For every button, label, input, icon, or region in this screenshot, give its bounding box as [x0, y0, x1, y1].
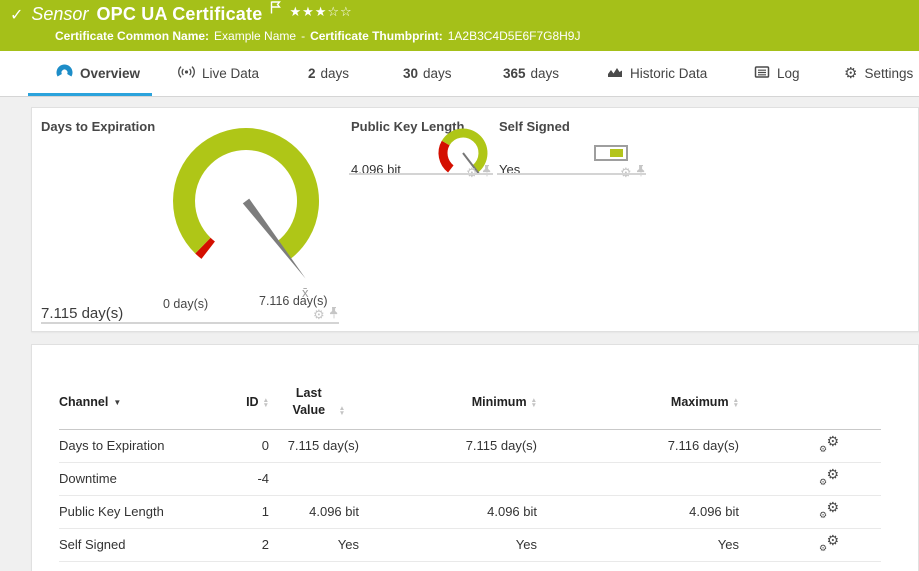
gauges-panel: Days to Expiration x̄ 0 day(s) 7.116 day… — [31, 107, 919, 332]
toggle-knob — [610, 149, 623, 157]
channel-minimum — [359, 462, 537, 495]
channel-id: 2 — [229, 528, 269, 561]
channel-name: Days to Expiration — [59, 429, 229, 462]
priority-flag-icon[interactable] — [270, 1, 281, 19]
channel-table: Channel ID Last Value Minimum Maximum — [59, 381, 881, 562]
channel-settings-gears-icon[interactable]: ⚙⚙ — [819, 502, 839, 519]
tab-365-days[interactable]: 365 days — [503, 51, 559, 96]
channel-maximum — [537, 462, 739, 495]
channel-id: 0 — [229, 429, 269, 462]
tab-2-days[interactable]: 2 days — [308, 51, 349, 96]
subtitle-value-common-name: Example Name — [214, 29, 296, 43]
tab-overview[interactable]: Overview — [56, 51, 140, 96]
gauge-scale-min: 0 day(s) — [163, 297, 208, 311]
channel-last-value — [269, 462, 359, 495]
sort-icon — [263, 398, 269, 408]
column-header-last-value[interactable]: Last Value — [269, 381, 359, 429]
column-header-minimum[interactable]: Minimum — [359, 381, 537, 429]
channel-table-panel: Channel ID Last Value Minimum Maximum — [31, 344, 919, 571]
tab-settings[interactable]: Settings — [844, 51, 913, 96]
column-header-maximum[interactable]: Maximum — [537, 381, 739, 429]
page-title: OPC UA Certificate — [96, 4, 262, 25]
channel-maximum: 7.116 day(s) — [537, 429, 739, 462]
channel-id: -4 — [229, 462, 269, 495]
channel-name: Downtime — [59, 462, 229, 495]
channel-minimum: Yes — [359, 528, 537, 561]
channel-settings-gears-icon[interactable]: ⚙⚙ — [819, 469, 839, 486]
channel-id: 1 — [229, 495, 269, 528]
tab-live-data[interactable]: Live Data — [178, 51, 259, 96]
channel-last-value: Yes — [269, 528, 359, 561]
channel-name: Public Key Length — [59, 495, 229, 528]
tab-30-days[interactable]: 30 days — [403, 51, 452, 96]
tab-bar: Overview Live Data 2 days 30 days 365 da… — [0, 51, 919, 97]
sort-icon — [733, 398, 739, 408]
subtitle-label-common-name: Certificate Common Name: — [55, 29, 209, 43]
days-to-expiration-value: 7.115 day(s) — [41, 305, 123, 322]
channel-maximum: Yes — [537, 528, 739, 561]
status-check-icon — [10, 5, 23, 25]
log-list-icon — [754, 65, 770, 82]
channel-minimum: 7.115 day(s) — [359, 429, 537, 462]
column-header-options — [739, 381, 881, 429]
sort-icon — [531, 398, 537, 408]
channel-minimum: 4.096 bit — [359, 495, 537, 528]
days-to-expiration-gauge: x̄ — [136, 123, 356, 308]
sensor-header: Sensor OPC UA Certificate ★★★☆☆ Certific… — [0, 0, 919, 51]
subtitle-label-thumbprint: Certificate Thumbprint: — [310, 29, 443, 43]
gear-icon — [844, 66, 857, 81]
self-signed-toggle-indicator — [594, 145, 628, 161]
gauge-icon — [56, 64, 73, 83]
channel-name: Self Signed — [59, 528, 229, 561]
column-header-id[interactable]: ID — [229, 381, 269, 429]
sort-desc-icon — [113, 398, 121, 407]
sensor-kind-label: Sensor — [31, 4, 88, 25]
table-row[interactable]: Downtime -4 ⚙⚙ — [59, 462, 881, 495]
column-header-channel[interactable]: Channel — [59, 381, 229, 429]
tab-historic-data[interactable]: Historic Data — [607, 51, 707, 96]
gauge-title-self-signed: Self Signed — [499, 119, 570, 134]
channel-settings-gears-icon[interactable]: ⚙⚙ — [819, 535, 839, 552]
subtitle-separator: - — [301, 29, 305, 43]
channel-last-value: 7.115 day(s) — [269, 429, 359, 462]
sensor-subtitle: Certificate Common Name: Example Name - … — [55, 29, 580, 43]
table-row[interactable]: Days to Expiration 0 7.115 day(s) 7.115 … — [59, 429, 881, 462]
area-chart-icon — [607, 65, 623, 82]
table-row[interactable]: Self Signed 2 Yes Yes Yes ⚙⚙ — [59, 528, 881, 561]
priority-stars[interactable]: ★★★☆☆ — [289, 4, 352, 20]
sort-icon — [339, 406, 345, 416]
subtitle-value-thumbprint: 1A2B3C4D5E6F7G8H9J — [448, 29, 581, 43]
tab-log[interactable]: Log — [754, 51, 800, 96]
channel-maximum: 4.096 bit — [537, 495, 739, 528]
table-row[interactable]: Public Key Length 1 4.096 bit 4.096 bit … — [59, 495, 881, 528]
prtg-sensor-page: Sensor OPC UA Certificate ★★★☆☆ Certific… — [0, 0, 919, 571]
channel-settings-gears-icon[interactable]: ⚙⚙ — [819, 436, 839, 453]
broadcast-icon — [178, 64, 195, 83]
channel-last-value: 4.096 bit — [269, 495, 359, 528]
